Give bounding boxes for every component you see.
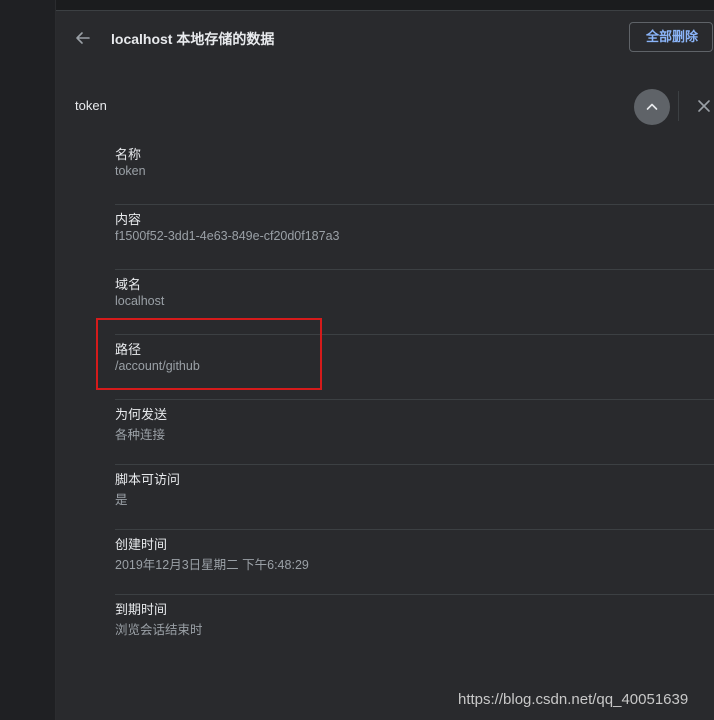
detail-row-path: 路径 /account/github xyxy=(115,335,714,400)
detail-row-expires: 到期时间 浏览会话结束时 xyxy=(115,595,714,660)
detail-value: localhost xyxy=(115,294,165,308)
detail-row-content: 内容 f1500f52-3dd1-4e63-849e-cf20d0f187a3 xyxy=(115,205,714,270)
detail-value: 2019年12月3日星期二 下午6:48:29 xyxy=(115,558,309,572)
back-button[interactable] xyxy=(72,27,94,49)
arrow-left-icon xyxy=(76,32,90,44)
page: localhost 本地存储的数据 全部删除 token 名称 token 内容… xyxy=(0,0,714,720)
detail-value: /account/github xyxy=(115,359,200,373)
left-sidebar xyxy=(0,0,56,720)
watermark: https://blog.csdn.net/qq_40051639 xyxy=(458,691,689,708)
site-data-panel: localhost 本地存储的数据 全部删除 token 名称 token 内容… xyxy=(56,11,714,720)
page-title: localhost 本地存储的数据 xyxy=(111,31,275,47)
cookie-item-header: token xyxy=(56,85,714,131)
detail-label: 内容 xyxy=(115,212,142,227)
detail-label: 到期时间 xyxy=(115,602,168,617)
vertical-divider xyxy=(678,91,679,121)
panel-header: localhost 本地存储的数据 全部删除 xyxy=(56,11,714,65)
top-strip xyxy=(0,0,714,11)
detail-row-name: 名称 token xyxy=(115,140,714,205)
remove-cookie-button[interactable] xyxy=(696,98,712,114)
detail-label: 域名 xyxy=(115,277,142,292)
detail-row-script-access: 脚本可访问 是 xyxy=(115,465,714,530)
detail-value: 浏览会话结束时 xyxy=(115,623,203,637)
cookie-name: token xyxy=(75,98,107,113)
detail-row-created: 创建时间 2019年12月3日星期二 下午6:48:29 xyxy=(115,530,714,595)
detail-row-send-for: 为何发送 各种连接 xyxy=(115,400,714,465)
detail-label: 路径 xyxy=(115,342,142,357)
detail-row-domain: 域名 localhost xyxy=(115,270,714,335)
detail-value: 各种连接 xyxy=(115,428,166,442)
close-icon xyxy=(698,100,710,112)
delete-all-button[interactable]: 全部删除 xyxy=(629,22,713,52)
detail-value: f1500f52-3dd1-4e63-849e-cf20d0f187a3 xyxy=(115,229,340,243)
chevron-up-icon xyxy=(646,103,658,110)
detail-label: 为何发送 xyxy=(115,407,168,422)
detail-value: token xyxy=(115,164,146,178)
detail-value: 是 xyxy=(115,493,128,507)
detail-label: 脚本可访问 xyxy=(115,472,181,487)
collapse-button[interactable] xyxy=(634,89,670,125)
detail-label: 名称 xyxy=(115,147,142,162)
cookie-details: 名称 token 内容 f1500f52-3dd1-4e63-849e-cf20… xyxy=(115,140,714,660)
detail-label: 创建时间 xyxy=(115,537,168,552)
